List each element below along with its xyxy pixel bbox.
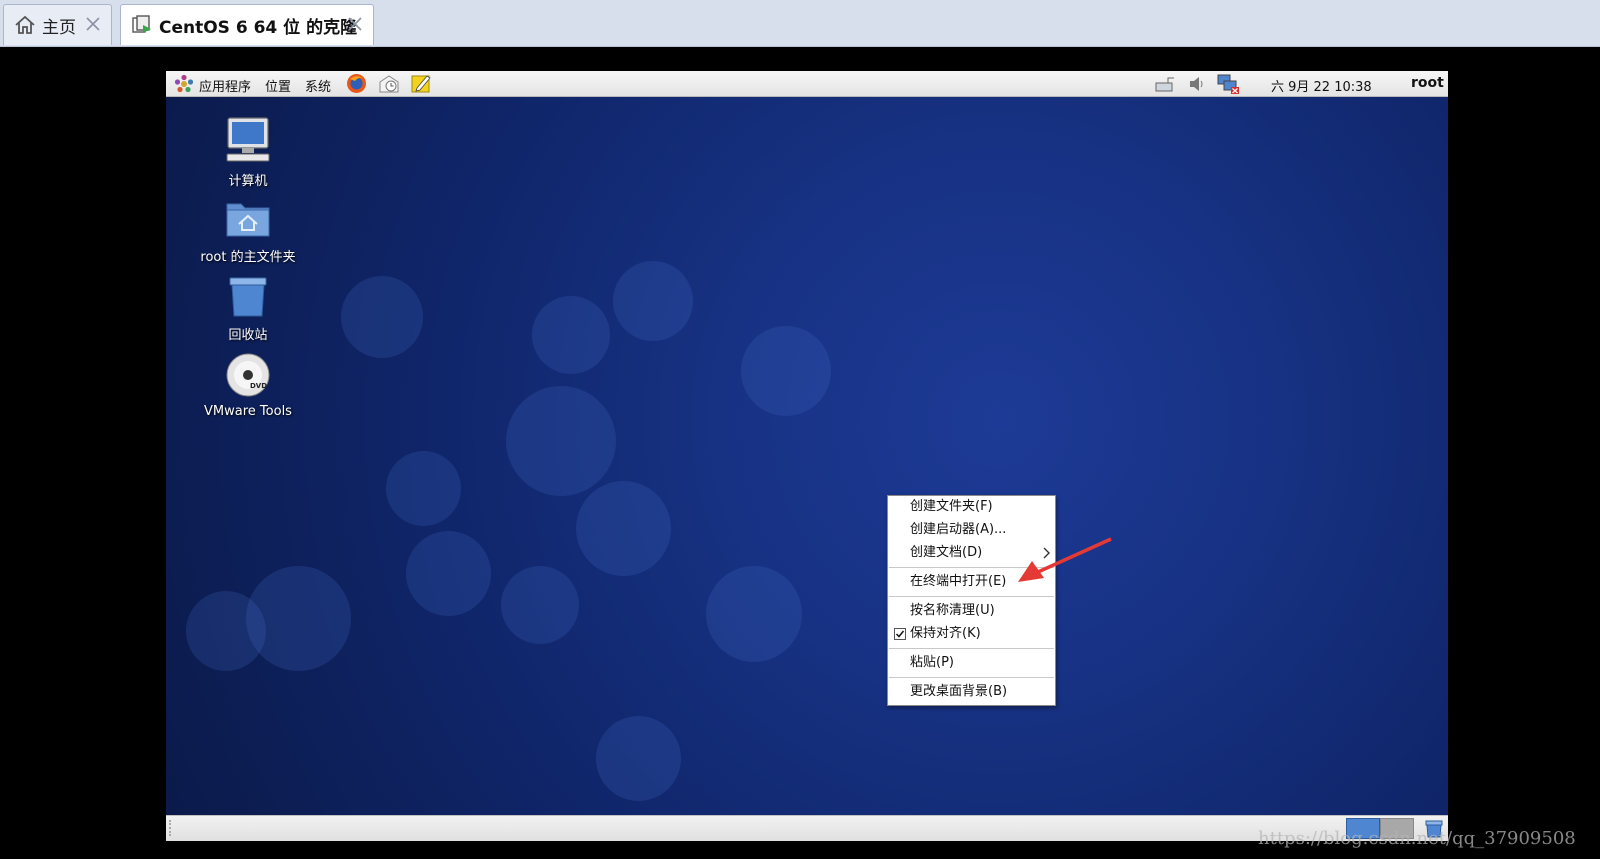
tab-vm-label: CentOS 6 64 位 的克隆: [159, 17, 358, 38]
menu-separator: [889, 677, 1054, 678]
desktop-icon-label: VMware Tools: [204, 404, 292, 419]
close-icon[interactable]: [83, 14, 103, 34]
bokeh-decor: [406, 531, 491, 616]
home-icon: [15, 15, 35, 34]
desktop-icon-label: 计算机: [228, 174, 268, 189]
firefox-icon[interactable]: [346, 73, 367, 94]
panel-drag-handle[interactable]: [169, 820, 175, 836]
guest-screen[interactable]: 计算机 root 的主文件夹 回收站 DVD VMware Tools 创建文件…: [166, 71, 1448, 841]
vm-icon: [132, 15, 151, 33]
menu-separator: [889, 648, 1054, 649]
panel-user[interactable]: root: [1411, 75, 1444, 91]
dvd-icon: DVD: [226, 353, 270, 397]
menu-item-create-folder[interactable]: 创建文件夹(F): [888, 496, 1055, 518]
desktop-icon-label: 回收站: [228, 328, 268, 343]
menu-item-paste[interactable]: 粘贴(P): [888, 652, 1055, 674]
volume-icon[interactable]: [1188, 74, 1206, 94]
tab-home[interactable]: 主页: [3, 4, 112, 45]
annotation-arrow: [1018, 537, 1112, 582]
trash-icon: [229, 277, 267, 317]
desktop-icon-label: root 的主文件夹: [200, 250, 296, 265]
mail-clock-icon[interactable]: [378, 73, 400, 94]
note-edit-icon[interactable]: [410, 73, 432, 94]
bokeh-decor: [501, 566, 579, 644]
menu-places[interactable]: 位置: [265, 76, 291, 95]
menu-item-keep-aligned[interactable]: 保持对齐(K): [888, 623, 1055, 645]
menu-item-change-background[interactable]: 更改桌面背景(B): [888, 681, 1055, 703]
svg-text:DVD: DVD: [250, 382, 267, 390]
bokeh-decor: [613, 261, 693, 341]
menu-separator: [889, 596, 1054, 597]
bokeh-decor: [576, 481, 671, 576]
bokeh-decor: [186, 591, 266, 671]
bottom-panel: [166, 815, 1448, 841]
desktop-icon-vmware-tools[interactable]: DVD VMware Tools: [193, 352, 303, 419]
menu-applications[interactable]: 应用程序: [199, 76, 251, 95]
computer-icon: [226, 117, 270, 162]
desktop-icon-home-folder[interactable]: root 的主文件夹: [193, 196, 303, 265]
desktop-context-menu: 创建文件夹(F) 创建启动器(A)... 创建文档(D) 在终端中打开(E) 按…: [887, 495, 1056, 706]
tab-vm[interactable]: CentOS 6 64 位 的克隆: [120, 4, 374, 45]
network-wired-icon[interactable]: [1154, 74, 1176, 94]
panel-clock[interactable]: 六 9月 22 10:38: [1271, 76, 1372, 95]
bokeh-decor: [506, 386, 616, 496]
checkbox-checked-icon: [894, 628, 906, 640]
top-panel: 应用程序 位置 系统 六 9月 22 10:38 root: [166, 71, 1448, 97]
gnome-foot-icon[interactable]: [174, 74, 194, 94]
desktop-icon-computer[interactable]: 计算机: [193, 116, 303, 189]
tab-home-label: 主页: [42, 17, 76, 38]
host-tab-bar: 主页 CentOS 6 64 位 的克隆: [0, 0, 1600, 47]
desktop-background[interactable]: 计算机 root 的主文件夹 回收站 DVD VMware Tools 创建文件…: [166, 96, 1448, 816]
desktop-icon-trash[interactable]: 回收站: [193, 274, 303, 343]
bokeh-decor: [706, 566, 802, 662]
menu-system[interactable]: 系统: [305, 76, 331, 95]
menu-item-clean-up-by-name[interactable]: 按名称清理(U): [888, 600, 1055, 622]
bokeh-decor: [532, 296, 610, 374]
watermark-text: https://blog.csdn.net/qq_37909508: [1258, 828, 1576, 849]
home-folder-icon: [226, 203, 270, 237]
bokeh-decor: [386, 451, 461, 526]
bokeh-decor: [741, 326, 831, 416]
network-disconnected-icon[interactable]: [1216, 73, 1240, 95]
close-icon[interactable]: [345, 14, 365, 34]
bokeh-decor: [596, 716, 681, 801]
bokeh-decor: [341, 276, 423, 358]
